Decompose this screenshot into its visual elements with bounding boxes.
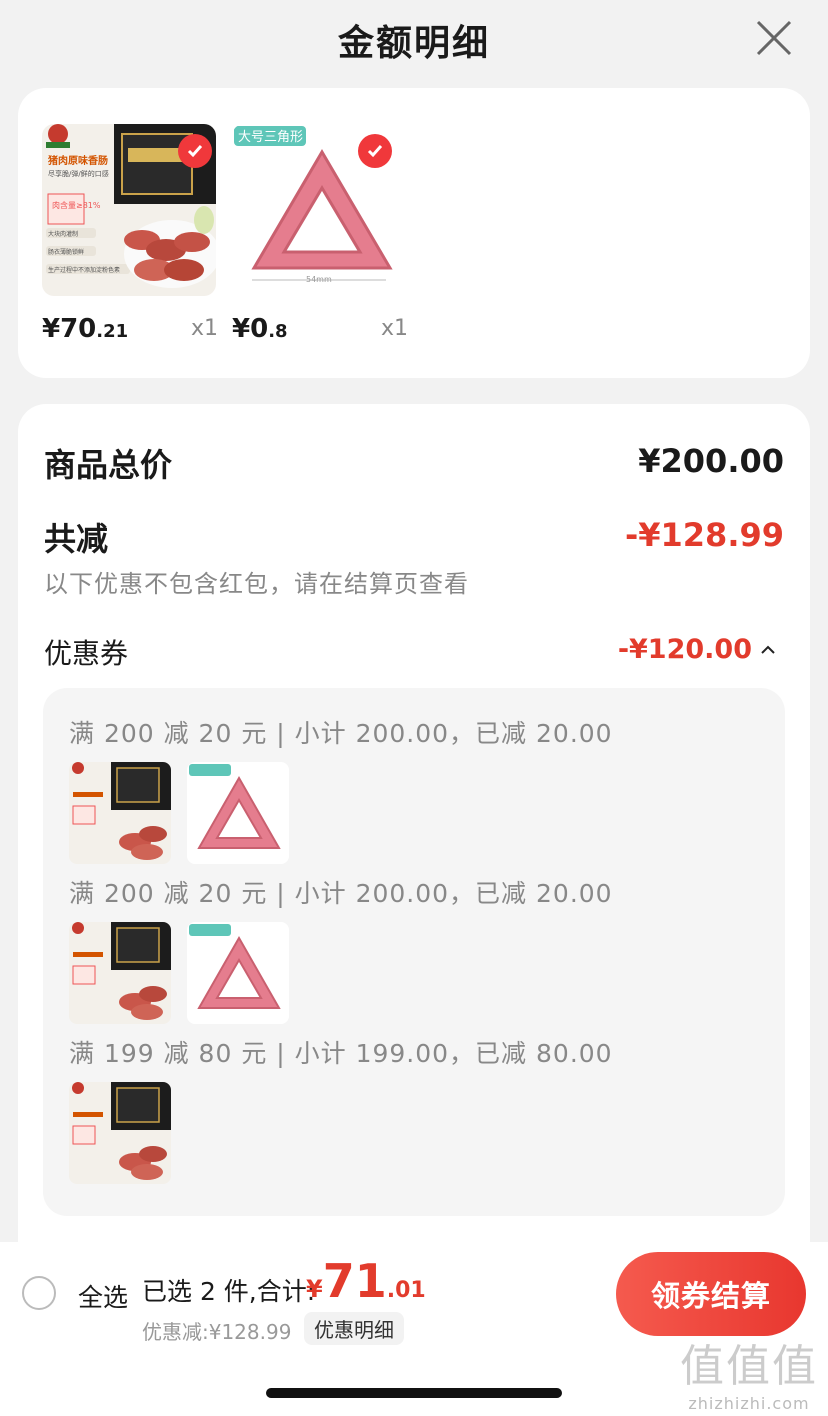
total-price-value: ¥200.00 <box>638 442 784 480</box>
discount-note: 以下优惠不包含红包，请在结算页查看 <box>44 570 469 598</box>
mini-product-sausage <box>69 922 171 1024</box>
product-image-triangle: 大号三角形 54mm <box>232 124 406 296</box>
home-indicator <box>266 1388 562 1398</box>
svg-text:肠衣薄脆锁鲜: 肠衣薄脆锁鲜 <box>48 248 84 256</box>
coupon-detail-box: 满 200 减 20 元 | 小计 200.00，已减 20.00 满 200 … <box>43 688 785 1216</box>
header: 金额明细 <box>0 0 828 80</box>
total-price-label: 商品总价 <box>44 446 173 484</box>
svg-text:生产过程中不添加淀粉色素: 生产过程中不添加淀粉色素 <box>48 266 120 274</box>
svg-text:尽享脆/弹/鲜的口感: 尽享脆/弹/鲜的口感 <box>48 169 109 178</box>
checkout-bar: 全选 已选 2 件,合计: ¥71.01 优惠减:¥128.99 优惠明细 领券… <box>0 1242 828 1416</box>
discount-detail-button[interactable]: 优惠明细 <box>304 1312 404 1345</box>
reduce-label: 共减 <box>44 520 109 558</box>
coupon-rule: 满 199 减 80 元 | 小计 199.00，已减 80.00 <box>69 1039 613 1068</box>
coupon-rule: 满 200 减 20 元 | 小计 200.00，已减 20.00 <box>69 879 613 908</box>
products-card: 猪肉原味香肠 尽享脆/弹/鲜的口感 肉含量≥81% 大块肉灌制 肠衣薄脆锁鲜 生… <box>18 88 810 378</box>
page-title: 金额明细 <box>337 23 490 64</box>
mini-product-sausage <box>69 762 171 864</box>
select-all-radio[interactable] <box>22 1276 56 1310</box>
svg-text:肉含量≥81%: 肉含量≥81% <box>52 200 101 210</box>
product-price: ¥0.8 <box>232 314 288 344</box>
product-dimension: 54mm <box>306 275 332 284</box>
product-image-sausage: 猪肉原味香肠 尽享脆/弹/鲜的口感 肉含量≥81% 大块肉灌制 肠衣薄脆锁鲜 生… <box>42 124 216 296</box>
product-qty: x1 <box>380 316 408 341</box>
coupon-label[interactable]: 优惠券 <box>44 632 128 672</box>
product-item-triangle[interactable]: 大号三角形 54mm ¥0.8 x1 <box>232 124 408 344</box>
product-price: ¥70.21 <box>42 314 129 344</box>
price-row: ¥0.8 x1 <box>232 314 408 350</box>
mini-product-triangle <box>187 762 289 864</box>
price-row: ¥70.21 x1 <box>42 314 218 350</box>
mini-product-sausage <box>69 1082 171 1184</box>
svg-text:大块肉灌制: 大块肉灌制 <box>48 230 78 238</box>
coupon-value[interactable]: -¥120.00 <box>618 634 752 665</box>
chevron-up-icon[interactable] <box>758 640 778 660</box>
product-qty: x1 <box>190 316 218 341</box>
product-name-text: 猪肉原味香肠 <box>47 154 108 167</box>
checkout-button[interactable]: 领券结算 <box>616 1252 806 1336</box>
check-icon[interactable] <box>178 134 212 168</box>
mini-product-triangle <box>187 922 289 1024</box>
watermark: 值值值 zhizhizhi.com <box>680 1341 818 1413</box>
select-all-label[interactable]: 全选 <box>78 1278 128 1314</box>
total-amount: ¥71.01 <box>306 1254 426 1308</box>
reduce-value: -¥128.99 <box>624 516 784 554</box>
discount-amount: 优惠减:¥128.99 <box>142 1320 292 1344</box>
coupon-rule: 满 200 减 20 元 | 小计 200.00，已减 20.00 <box>69 719 613 748</box>
product-tag: 大号三角形 <box>238 130 303 145</box>
amount-detail-card: 商品总价 ¥200.00 共减 -¥128.99 以下优惠不包含红包，请在结算页… <box>18 404 810 1264</box>
close-icon[interactable] <box>754 18 794 58</box>
check-icon[interactable] <box>358 134 392 168</box>
selected-count: 已选 2 件,合计: <box>142 1277 316 1306</box>
product-item-sausage[interactable]: 猪肉原味香肠 尽享脆/弹/鲜的口感 肉含量≥81% 大块肉灌制 肠衣薄脆锁鲜 生… <box>42 124 218 344</box>
